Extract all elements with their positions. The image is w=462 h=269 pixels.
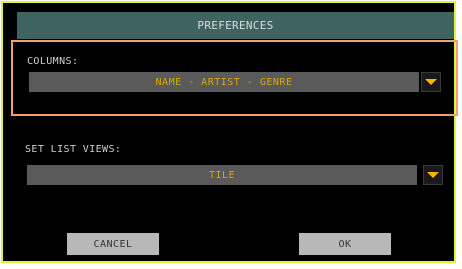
ok-button[interactable]: OK (299, 233, 391, 255)
columns-label: COLUMNS: (27, 56, 79, 67)
columns-section: COLUMNS: NAME - ARTIST - GENRE (11, 40, 458, 116)
triangle-down-icon (427, 172, 439, 178)
columns-select[interactable]: NAME - ARTIST - GENRE (29, 72, 419, 92)
triangle-down-icon (425, 79, 437, 85)
set-list-views-dropdown-button[interactable] (423, 165, 443, 185)
preferences-dialog: PREFERENCES COLUMNS: NAME - ARTIST - GEN… (1, 1, 458, 263)
set-list-views-label: SET LIST VIEWS: (25, 144, 122, 155)
cancel-button[interactable]: CANCEL (67, 233, 159, 255)
dialog-title: PREFERENCES (17, 12, 454, 39)
set-list-views-select[interactable]: TILE (27, 165, 417, 185)
columns-dropdown-button[interactable] (421, 72, 441, 92)
